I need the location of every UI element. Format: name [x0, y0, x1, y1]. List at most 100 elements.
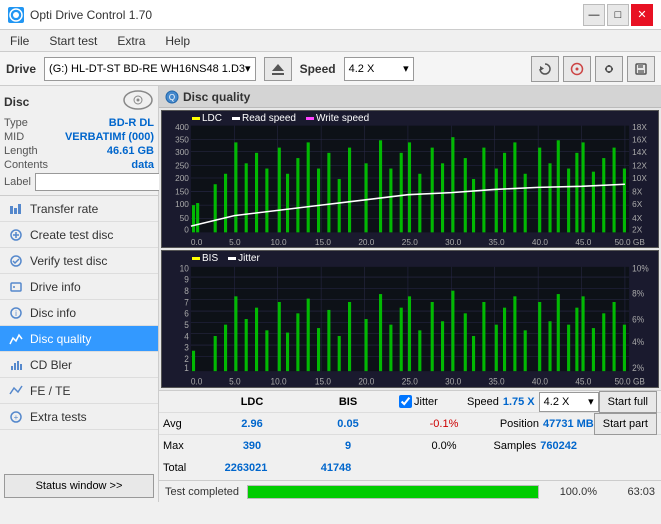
menu-extra[interactable]: Extra [111, 32, 151, 50]
fe-te-icon [8, 383, 24, 399]
jitter-header-label: Jitter [414, 396, 438, 408]
svg-text:40.0: 40.0 [532, 237, 548, 247]
toolbar-icons [531, 56, 655, 82]
menu-file[interactable]: File [4, 32, 35, 50]
samples-value: 760242 [540, 440, 577, 452]
total-label: Total [163, 462, 201, 474]
nav-drive-info[interactable]: Drive info [0, 274, 158, 300]
position-value: 47731 MB [543, 418, 594, 430]
svg-text:10.0: 10.0 [271, 237, 287, 247]
svg-text:4%: 4% [632, 337, 644, 347]
svg-text:7: 7 [184, 297, 189, 307]
contents-value: data [131, 159, 154, 171]
total-bis: 41748 [291, 462, 381, 474]
eject-button[interactable] [264, 57, 292, 81]
disc-type-row: Type BD-R DL [4, 117, 154, 129]
quality-title: Disc quality [183, 90, 250, 104]
window-controls: — □ ✕ [583, 4, 653, 26]
svg-text:8: 8 [184, 286, 189, 296]
nav-verify-test-disc[interactable]: Verify test disc [0, 248, 158, 274]
label-input[interactable] [35, 173, 173, 191]
svg-text:5.0: 5.0 [229, 237, 241, 247]
stats-max-row: Max 390 9 0.0% Samples 760242 [159, 435, 661, 457]
status-window-button[interactable]: Status window >> [4, 474, 154, 498]
svg-text:15.0: 15.0 [315, 376, 331, 386]
legend-read: Read speed [232, 113, 296, 124]
avg-label: Avg [163, 418, 201, 430]
nav-disc-quality[interactable]: Disc quality [0, 326, 158, 352]
svg-text:10%: 10% [632, 263, 649, 273]
svg-text:400: 400 [175, 122, 189, 132]
quality-header-icon: Q [165, 90, 179, 104]
main-layout: Disc Type BD-R DL MID VERBATIMf (000) Le… [0, 86, 661, 502]
legend-bis-label: BIS [202, 253, 218, 264]
max-ldc: 390 [207, 440, 297, 452]
nav-fe-te[interactable]: FE / TE [0, 378, 158, 404]
create-test-label: Create test disc [30, 228, 113, 242]
disc-quality-icon [8, 331, 24, 347]
refresh-button[interactable] [531, 56, 559, 82]
svg-text:30.0: 30.0 [445, 237, 461, 247]
mid-value: VERBATIMf (000) [65, 131, 154, 143]
speed-stat-selector[interactable]: 4.2 X ▾ [539, 392, 599, 412]
extra-tests-icon: + [8, 409, 24, 425]
start-full-button[interactable]: Start full [599, 391, 657, 413]
legend-write-label: Write speed [316, 113, 369, 124]
svg-text:8%: 8% [632, 288, 644, 298]
content-area: Q Disc quality LDC Read speed [159, 86, 661, 502]
length-label: Length [4, 145, 38, 157]
nav-create-test-disc[interactable]: Create test disc [0, 222, 158, 248]
start-part-button[interactable]: Start part [594, 413, 657, 435]
speed-dropdown-icon: ▾ [403, 62, 409, 75]
verify-test-label: Verify test disc [30, 254, 107, 268]
nav-extra-tests[interactable]: + Extra tests [0, 404, 158, 430]
speed-selector[interactable]: 4.2 X ▾ [344, 57, 414, 81]
minimize-button[interactable]: — [583, 4, 605, 26]
read-color [232, 117, 240, 120]
drive-label: Drive [6, 62, 36, 76]
stats-total-row: Total 2263021 41748 [159, 457, 661, 479]
nav-transfer-rate[interactable]: Transfer rate [0, 196, 158, 222]
nav-disc-info[interactable]: i Disc info [0, 300, 158, 326]
settings-button[interactable] [595, 56, 623, 82]
drive-selector[interactable]: (G:) HL-DT-ST BD-RE WH16NS48 1.D3 ▾ [44, 57, 256, 81]
cd-bler-icon [8, 357, 24, 373]
verify-test-icon [8, 253, 24, 269]
menu-start-test[interactable]: Start test [43, 32, 103, 50]
quality-header: Q Disc quality [159, 86, 661, 108]
svg-text:2X: 2X [632, 224, 643, 234]
disc-button[interactable] [563, 56, 591, 82]
speed-section: Speed 1.75 X 4.2 X ▾ [467, 392, 599, 412]
disc-label-row: Label ✎ [4, 173, 154, 191]
svg-text:0: 0 [184, 224, 189, 234]
nav-cd-bler[interactable]: CD Bler [0, 352, 158, 378]
jitter-checkbox[interactable] [399, 395, 412, 408]
legend-write: Write speed [306, 113, 369, 124]
menu-help[interactable]: Help [159, 32, 196, 50]
chart2-legend: BIS Jitter [192, 253, 260, 264]
chart-container: LDC Read speed Write speed [159, 108, 661, 390]
svg-text:150: 150 [175, 187, 189, 197]
legend-ldc-label: LDC [202, 113, 222, 124]
close-button[interactable]: ✕ [631, 4, 653, 26]
svg-text:3: 3 [184, 342, 189, 352]
stats-header-row: LDC BIS Jitter Speed 1.75 X 4.2 X ▾ Star… [159, 391, 661, 413]
legend-ldc: LDC [192, 113, 222, 124]
chart1-legend: LDC Read speed Write speed [192, 113, 369, 124]
svg-text:40.0: 40.0 [532, 376, 548, 386]
max-label: Max [163, 440, 201, 452]
chart1: LDC Read speed Write speed [161, 110, 659, 248]
svg-text:6: 6 [184, 308, 189, 318]
svg-text:250: 250 [175, 160, 189, 170]
svg-text:10.0: 10.0 [271, 376, 287, 386]
maximize-button[interactable]: □ [607, 4, 629, 26]
position-label: Position [500, 418, 539, 430]
svg-text:2%: 2% [632, 363, 644, 373]
chart1-svg: 400 350 300 250 200 150 100 50 0 18X 16X… [162, 111, 658, 247]
svg-text:4X: 4X [632, 213, 643, 223]
titlebar: Opti Drive Control 1.70 — □ ✕ [0, 0, 661, 30]
svg-text:+: + [14, 413, 19, 422]
save-button[interactable] [627, 56, 655, 82]
jitter-color [228, 257, 236, 260]
menubar: File Start test Extra Help [0, 30, 661, 52]
